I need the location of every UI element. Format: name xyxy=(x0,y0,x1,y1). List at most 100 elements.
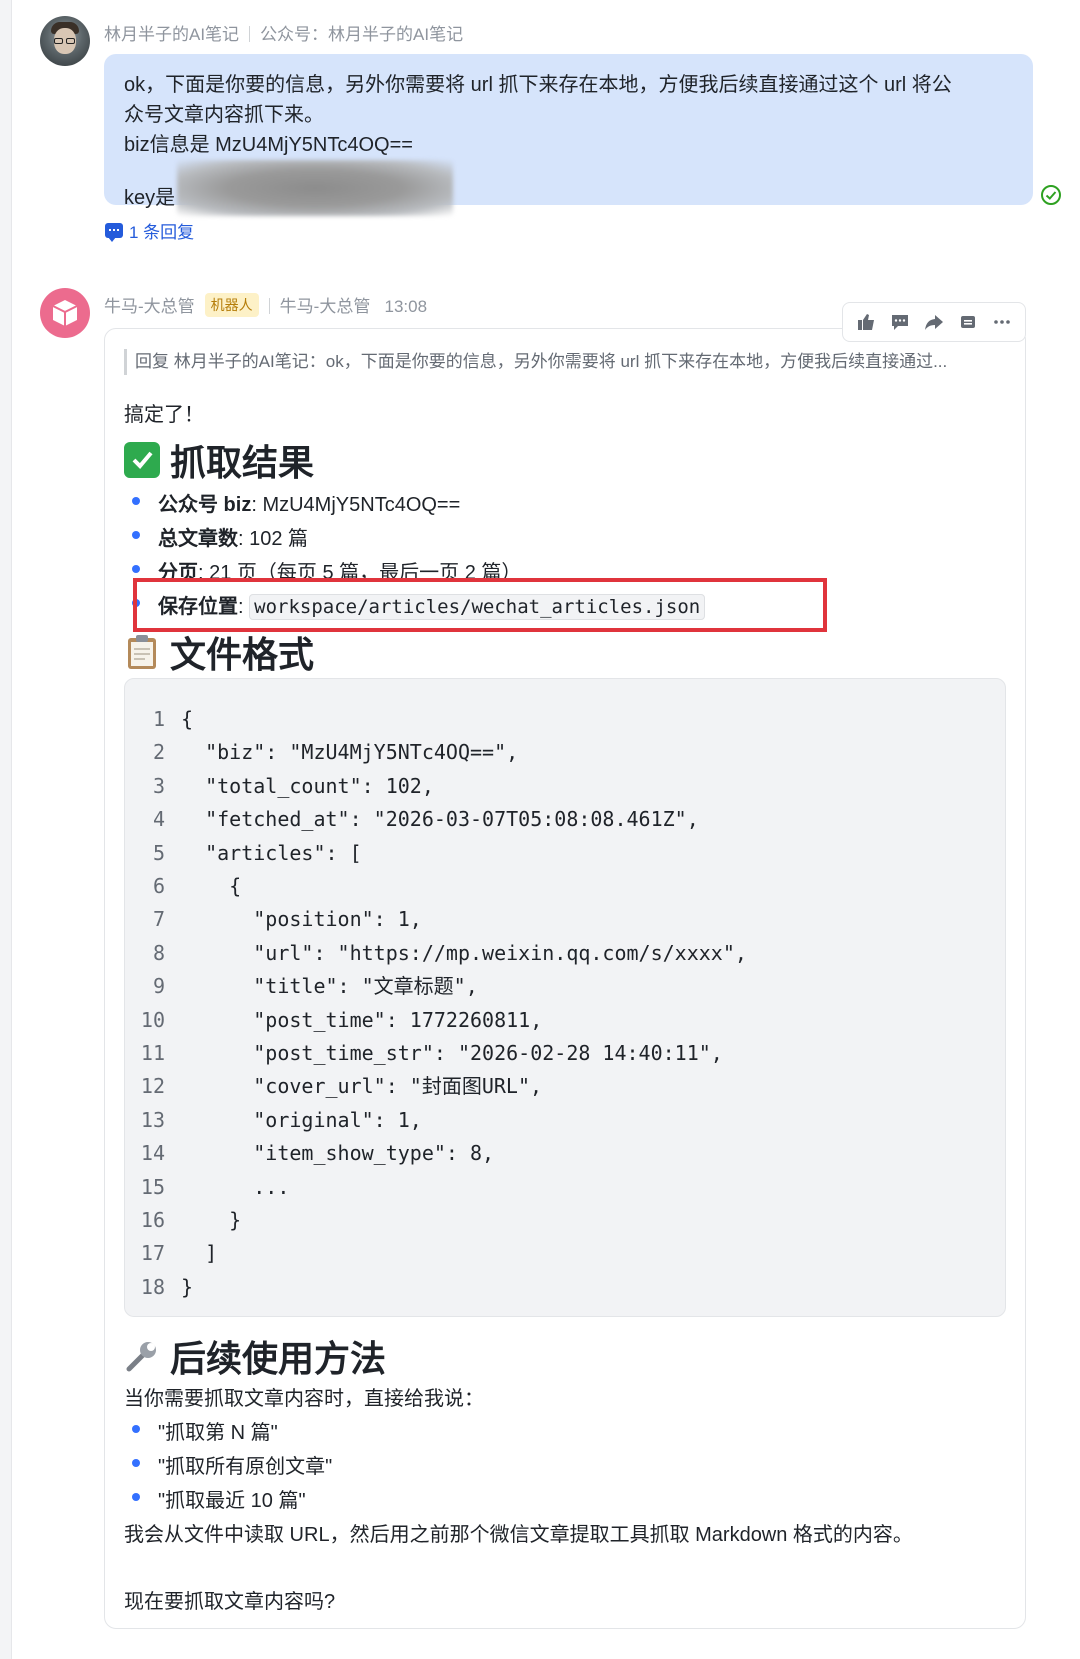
code-line: 2 "biz": "MzU4MjY5NTc4OQ==", xyxy=(125,736,518,769)
sender-name[interactable]: 林月半子的AI笔记 xyxy=(104,25,239,44)
message-line: ok，下面是你要的信息，另外你需要将 url 抓下来存在本地，方便我后续直接通过… xyxy=(124,74,952,96)
code-text: } xyxy=(181,1208,242,1232)
code-line: 18} xyxy=(125,1271,193,1304)
thumbs-up-icon[interactable] xyxy=(854,310,878,334)
code-text: } xyxy=(181,1274,194,1299)
intro-text: 搞定了！ xyxy=(124,404,204,426)
code-text: ] xyxy=(181,1241,218,1266)
window-edge xyxy=(0,0,12,1659)
code-line: 6 { xyxy=(125,870,241,903)
forward-icon[interactable] xyxy=(922,310,946,334)
closing-question: 现在要抓取文章内容吗? xyxy=(124,1591,336,1613)
code-line: 10 "post_time": 1772260811, xyxy=(125,1004,542,1037)
section-heading-results: 抓取结果 xyxy=(124,434,314,486)
code-line: 4 "fetched_at": "2026-03-07T05:08:08.461… xyxy=(125,803,699,836)
code-text: "post_time_str": "2026-02-28 14:40:11", xyxy=(181,1041,723,1065)
code-text: "cover_url": "封面图URL", xyxy=(181,1074,543,1099)
message-header: 牛马-大总管 机器人 牛马-大总管 13:08 xyxy=(104,292,427,317)
heading-text: 后续使用方法 xyxy=(170,1338,387,1379)
line-number: 15 xyxy=(140,1174,165,1199)
wrench-emoji-icon xyxy=(124,1338,160,1374)
sender-name-secondary: 牛马-大总管 xyxy=(279,297,371,316)
usage-intro: 当你需要抓取文章内容时，直接给我说： xyxy=(124,1388,484,1410)
code-line: 7 "position": 1, xyxy=(125,903,422,936)
code-text: "articles": [ xyxy=(181,840,362,865)
code-line: 14 "item_show_type": 8, xyxy=(125,1137,494,1170)
code-line: 9 "title": "文章标题", xyxy=(125,970,478,1003)
heading-text: 抓取结果 xyxy=(170,442,315,483)
line-number: 3 xyxy=(152,773,165,798)
code-text: "original": 1, xyxy=(181,1107,422,1132)
message-toolbar xyxy=(842,302,1026,342)
line-number: 17 xyxy=(140,1241,165,1266)
code-line: 15 ... xyxy=(125,1171,289,1204)
sender-source: 公众号：林月半子的AI笔记 xyxy=(260,25,464,44)
message-bubble[interactable]: ok，下面是你要的信息，另外你需要将 url 抓下来存在本地，方便我后续直接通过… xyxy=(104,54,1033,216)
code-line: 17 ] xyxy=(125,1237,217,1270)
code-line: 16 } xyxy=(125,1204,241,1237)
line-number: 7 xyxy=(152,907,165,932)
line-number: 14 xyxy=(140,1141,165,1166)
code-text: ... xyxy=(181,1174,290,1199)
result-item: 公众号 biz: MzU4MjY5NTc4OQ== xyxy=(131,488,460,517)
code-line: 5 "articles": [ xyxy=(125,837,362,870)
code-text: "title": "文章标题", xyxy=(181,974,478,999)
line-number: 12 xyxy=(140,1074,165,1099)
message-line-key: key是 xyxy=(124,160,1013,216)
more-icon[interactable] xyxy=(990,310,1014,334)
reply-quote[interactable]: 回复 林月半子的AI笔记：ok，下面是你要的信息，另外你需要将 url 抓下来存… xyxy=(124,349,1004,375)
code-line: 3 "total_count": 102, xyxy=(125,770,434,803)
message-header: 林月半子的AI笔记 公众号：林月半子的AI笔记 xyxy=(104,20,463,45)
reply-count: 1 条回复 xyxy=(129,223,195,242)
code-line: 13 "original": 1, xyxy=(125,1104,422,1137)
code-text: "item_show_type": 8, xyxy=(181,1141,495,1166)
pin-icon[interactable] xyxy=(956,310,980,334)
message-line: biz信息是 MzU4MjY5NTc4OQ== xyxy=(124,134,413,156)
code-line: 8 "url": "https://mp.weixin.qq.com/s/xxx… xyxy=(125,937,747,970)
code-text: "position": 1, xyxy=(181,907,422,932)
code-block[interactable]: 1{2 "biz": "MzU4MjY5NTc4OQ==", 3 "total_c… xyxy=(124,678,1006,1317)
comment-icon xyxy=(105,223,123,242)
avatar[interactable] xyxy=(40,16,90,66)
highlight-box xyxy=(133,578,827,632)
result-item: 总文章数: 102 篇 xyxy=(131,522,308,551)
section-heading-format: 文件格式 xyxy=(124,626,314,678)
check-circle-icon xyxy=(1041,185,1061,205)
code-text: "biz": "MzU4MjY5NTc4OQ==", xyxy=(181,740,519,765)
heading-text: 文件格式 xyxy=(170,634,315,675)
code-line: 1{ xyxy=(125,703,193,736)
usage-item: "抓取第 N 篇" xyxy=(132,1416,278,1445)
code-text: "total_count": 102, xyxy=(181,773,434,798)
line-number: 9 xyxy=(152,974,165,999)
usage-item: "抓取所有原创文章" xyxy=(131,1450,332,1479)
line-number: 13 xyxy=(140,1107,165,1132)
line-number: 6 xyxy=(152,874,165,898)
line-number: 5 xyxy=(152,840,165,865)
code-text: "fetched_at": "2026-03-07T05:08:08.461Z"… xyxy=(181,807,699,832)
code-text: { xyxy=(181,707,194,731)
clipboard-emoji-icon xyxy=(124,634,160,670)
line-number: 1 xyxy=(152,707,165,731)
code-text: "post_time": 1772260811, xyxy=(181,1007,543,1032)
line-number: 4 xyxy=(152,807,165,832)
usage-note: 我会从文件中读取 URL，然后用之前那个微信文章提取工具抓取 Markdown … xyxy=(124,1524,913,1546)
bot-avatar[interactable] xyxy=(40,288,90,338)
line-number: 10 xyxy=(140,1007,165,1032)
line-number: 8 xyxy=(152,940,165,965)
line-number: 16 xyxy=(140,1208,165,1232)
check-mark-emoji-icon xyxy=(124,442,160,478)
usage-item: "抓取最近 10 篇" xyxy=(132,1484,306,1513)
redacted-blur xyxy=(177,160,454,216)
timestamp: 13:08 xyxy=(384,297,428,316)
code-text: "url": "https://mp.weixin.qq.com/s/xxxx"… xyxy=(181,940,747,965)
sender-name[interactable]: 牛马-大总管 xyxy=(104,297,195,316)
line-number: 11 xyxy=(140,1041,165,1065)
comment-bubble-icon[interactable] xyxy=(888,310,912,334)
message-line: 众号文章内容抓下来。 xyxy=(124,104,324,126)
line-number: 18 xyxy=(140,1274,165,1299)
bot-badge: 机器人 xyxy=(204,293,259,317)
code-line: 12 "cover_url": "封面图URL", xyxy=(125,1070,542,1103)
section-heading-usage: 后续使用方法 xyxy=(124,1330,386,1382)
line-number: 2 xyxy=(152,740,165,765)
reply-thread-link[interactable]: 1 条回复 xyxy=(105,218,194,243)
